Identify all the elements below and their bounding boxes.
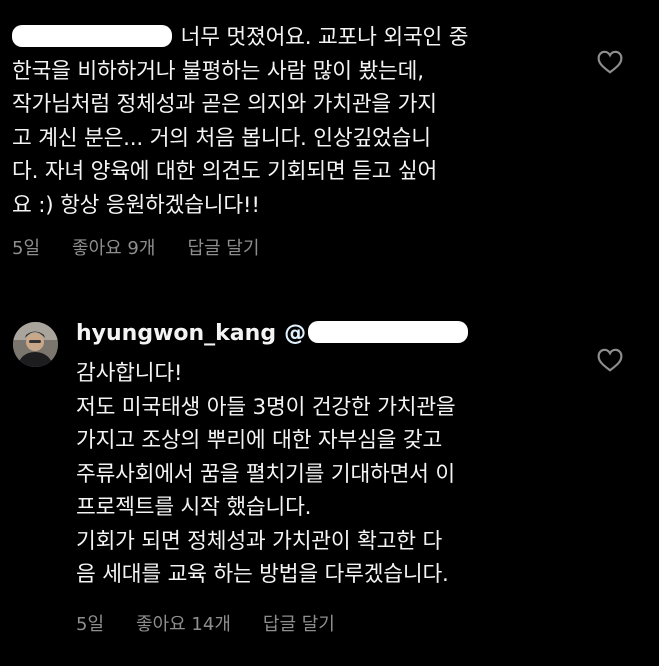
comment-1-meta: 5일 좋아요 9개 답글 달기: [12, 234, 291, 260]
comment-2-username[interactable]: hyungwon_kang: [76, 321, 276, 346]
comment-2-line-3: 가지고 조상의 뿌리에 대한 자부심을 갖고: [76, 428, 443, 453]
comment-2-time: 5일: [76, 614, 105, 635]
heart-outline-icon[interactable]: [597, 348, 623, 372]
comment-2-line-6: 기회가 되면 정체성과 가치관이 확고한 다: [76, 528, 443, 554]
redacted-mention: [308, 320, 469, 343]
mention-link[interactable]: @: [284, 320, 469, 346]
comment-1-reply-button[interactable]: 답글 달기: [187, 234, 259, 260]
comment-1-line-6: 요 :) 항상 응원하겠습니다!!: [12, 192, 260, 218]
comment-2-likes[interactable]: 좋아요 14개: [136, 610, 231, 636]
comment-1-text: 너무 멋졌어요. 교포나 외국인 중 한국을 비하하거나 불평하는 사람 많이 …: [12, 21, 572, 222]
comment-2-line-5: 프로젝트를 시작 했습니다.: [76, 495, 312, 520]
comment-1-line-3: 작가님처럼 정체성과 곧은 의지와 가치관을 가지: [12, 92, 437, 117]
comment-1-time: 5일: [12, 238, 41, 259]
user-avatar[interactable]: [13, 322, 58, 367]
comment-2-line-7: 음 세대를 교육 하는 방법을 다루겠습니다.: [76, 562, 449, 587]
comment-2-header: hyungwon_kang @: [76, 320, 469, 346]
comment-2-reply-button[interactable]: 답글 달기: [263, 610, 335, 636]
comment-1-line-5: 다. 자녀 양육에 대한 의견도 기회되면 듣고 싶어: [12, 159, 438, 184]
comment-2-text: 감사합니다! 저도 미국태생 아들 3명이 건강한 가치관을 가지고 조상의 뿌…: [76, 357, 576, 592]
mention-at: @: [284, 321, 307, 346]
comment-1-line-4: 고 계신 분은... 거의 처음 봅니다. 인상깊었습니: [12, 125, 431, 151]
comment-1-likes[interactable]: 좋아요 9개: [72, 234, 155, 260]
heart-outline-icon[interactable]: [597, 50, 623, 74]
redacted-username: [12, 25, 172, 47]
comment-2-line-2: 저도 미국태생 아들 3명이 건강한 가치관을: [76, 394, 456, 420]
comment-1-line-1: 너무 멋졌어요. 교포나 외국인 중: [12, 21, 572, 55]
comment-1-line-2: 한국을 비하하거나 불평하는 사람 많이 봤는데,: [12, 58, 424, 84]
comment-2-line-1: 감사합니다!: [76, 361, 183, 386]
comment-2-line-4: 주류사회에서 꿈을 펼치기를 기대하면서 이: [76, 461, 455, 487]
comment-2-meta: 5일 좋아요 14개 답글 달기: [76, 610, 367, 636]
